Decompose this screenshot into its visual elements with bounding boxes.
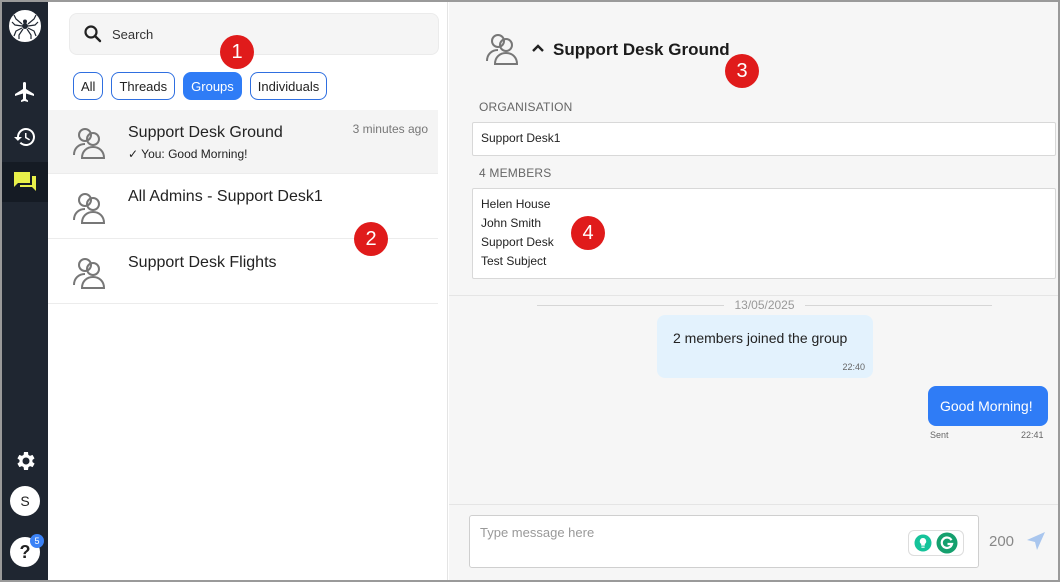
member-name: Helen House [481,197,551,211]
writing-assistant-extension[interactable] [908,530,964,556]
search-input[interactable]: Search [69,13,439,55]
system-message: 2 members joined the group 22:40 [657,315,873,378]
header-divider [449,295,1058,296]
spider-logo-icon[interactable] [7,8,43,44]
filter-all[interactable]: All [73,72,104,100]
group-icon [73,258,106,289]
message-input[interactable]: Type message here [469,515,979,568]
message-time: 22:40 [842,362,865,372]
message-status: Sent [930,430,949,440]
left-rail: S ? 5 [2,2,48,580]
bulb-icon [914,534,932,552]
annotation-marker-3: 3 [725,54,759,88]
organisation-label: ORGANISATION [479,100,573,114]
filter-groups[interactable]: Groups [183,72,242,100]
date-divider-text: 13/05/2025 [734,298,795,312]
help-notification-badge: 5 [30,534,44,548]
member-name: Support Desk [481,235,554,249]
conversation-title: All Admins - Support Desk1 [128,188,323,205]
group-icon [73,128,106,159]
member-name: John Smith [481,216,542,230]
nav-flights[interactable] [2,72,48,112]
group-icon [73,193,106,224]
members-list: Helen House John Smith Support Desk Test… [472,188,1056,279]
conversation-last-message: ✓ You: Good Morning! [128,147,248,161]
organisation-value: Support Desk1 [472,122,1056,156]
history-icon [14,128,35,146]
chat-icon [14,172,36,191]
send-icon[interactable] [1025,530,1047,552]
character-count: 200 [989,533,1015,550]
conversation-title: Support Desk Flights [128,254,277,271]
airplane-icon [15,82,34,102]
system-message-text: 2 members joined the group [673,330,848,346]
gear-icon [17,452,35,470]
filter-individuals[interactable]: Individuals [249,72,328,100]
filter-chips: All Threads Groups Individuals [73,72,328,100]
nav-chats[interactable] [2,162,48,202]
search-placeholder: Search [112,26,154,42]
message-placeholder: Type message here [480,525,595,540]
annotation-marker-2: 2 [354,222,388,256]
app-window: S ? 5 Search All Threads Groups Individu… [0,0,1060,582]
member-name: Test Subject [481,254,547,268]
conversation-title: Support Desk Ground [128,124,283,141]
filter-threads[interactable]: Threads [111,72,176,100]
annotation-marker-4: 4 [571,216,605,250]
composer-divider [449,504,1058,505]
message-time: 22:41 [1021,430,1044,440]
chat-title: Support Desk Ground [553,40,730,59]
conversation-item[interactable]: Support Desk Ground ✓ You: Good Morning!… [48,110,438,174]
outgoing-message-text: Good Morning! [940,398,1033,414]
chat-panel: Support Desk Ground ORGANISATION Support… [449,2,1058,580]
chevron-up-icon[interactable] [531,42,545,54]
conversation-list-panel: Search All Threads Groups Individuals Su… [48,2,448,580]
group-icon [486,34,519,65]
date-divider: 13/05/2025 [537,298,992,312]
outgoing-message: Good Morning! [928,386,1048,426]
user-avatar[interactable]: S [10,486,40,516]
search-icon [84,25,102,43]
settings-button[interactable] [10,446,40,476]
conversation-time: 3 minutes ago [352,122,428,136]
nav-history[interactable] [2,117,48,157]
annotation-marker-1: 1 [220,35,254,69]
members-label: 4 MEMBERS [479,166,552,180]
grammarly-icon [936,532,958,554]
